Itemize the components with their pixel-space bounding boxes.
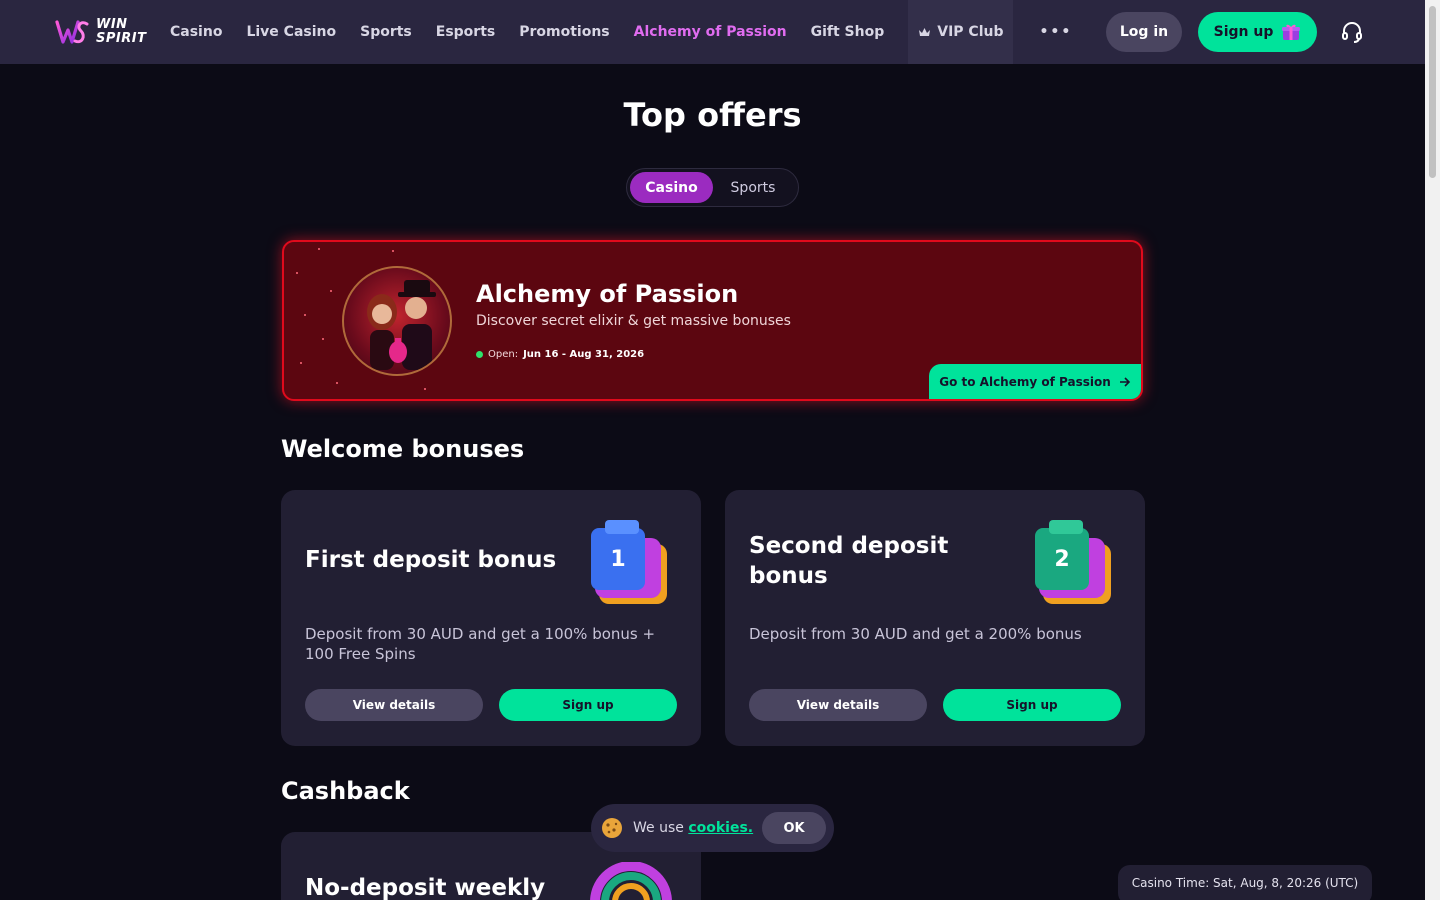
open-status-dot: [476, 351, 483, 358]
view-details-button[interactable]: View details: [305, 689, 483, 721]
card-title: Second deposit bonus: [749, 533, 949, 589]
sparkle: [392, 250, 394, 252]
characters-illustration: [367, 280, 436, 370]
cookie-ok-button[interactable]: OK: [762, 812, 826, 844]
go-to-alchemy-label: Go to Alchemy of Passion: [939, 374, 1111, 389]
card-title: First deposit bonus: [305, 547, 557, 573]
sparkle: [322, 338, 324, 340]
gift-icon: [1282, 24, 1301, 40]
promo-open-label: Open:: [488, 349, 519, 360]
sparkle: [330, 290, 332, 292]
logo-text: WIN SPIRIT: [96, 18, 146, 46]
alchemy-promo-banner[interactable]: Alchemy of Passion Discover secret elixi…: [282, 240, 1143, 401]
welcome-bonuses-heading: Welcome bonuses: [281, 435, 525, 463]
nav-alchemy-of-passion[interactable]: Alchemy of Passion: [622, 0, 799, 64]
alchemy-characters-image: [342, 266, 452, 376]
scrollbar-thumb[interactable]: [1429, 6, 1436, 178]
site-logo[interactable]: WIN SPIRIT: [54, 13, 150, 51]
nav-promotions[interactable]: Promotions: [507, 0, 621, 64]
logo-text-line2: SPIRIT: [96, 31, 147, 46]
tab-casino[interactable]: Casino: [630, 172, 713, 203]
deposit-1-icon: 1: [591, 520, 667, 604]
top-header: WIN SPIRIT Casino Live Casino Sports Esp…: [0, 0, 1425, 64]
view-details-button[interactable]: View details: [749, 689, 927, 721]
cookie-banner: We use cookies. OK: [591, 804, 834, 852]
nav-sports[interactable]: Sports: [348, 0, 424, 64]
page-title: Top offers: [623, 96, 802, 134]
go-to-alchemy-button[interactable]: Go to Alchemy of Passion: [929, 364, 1141, 399]
header-signup-button[interactable]: Sign up: [1198, 12, 1317, 52]
login-button[interactable]: Log in: [1106, 12, 1182, 52]
nav-more-menu[interactable]: •••: [1013, 0, 1098, 64]
sparkle: [318, 248, 320, 250]
header-signup-label: Sign up: [1213, 24, 1274, 40]
casino-time: Casino Time: Sat, Aug, 8, 20:26 (UTC): [1118, 865, 1372, 900]
page-scrollbar[interactable]: [1425, 0, 1440, 900]
nav-vip-club-label: VIP Club: [937, 24, 1004, 40]
card-description: Deposit from 30 AUD and get a 200% bonus: [749, 625, 1082, 643]
sparkle: [336, 382, 338, 384]
svg-text:1: 1: [610, 547, 625, 572]
signup-button[interactable]: Sign up: [943, 689, 1121, 721]
support-headset-icon[interactable]: [1340, 20, 1364, 44]
promo-open-dates: Open: Jun 16 - Aug 31, 2026: [476, 349, 644, 360]
logo-text-line1: WIN: [96, 17, 128, 32]
nav-live-casino[interactable]: Live Casino: [234, 0, 348, 64]
nav-casino[interactable]: Casino: [158, 0, 234, 64]
nav-vip-club[interactable]: VIP Club: [908, 0, 1014, 64]
deposit-2-icon: 2: [1035, 520, 1111, 604]
sparkle: [424, 388, 426, 390]
promo-title: Alchemy of Passion: [476, 280, 739, 308]
card-description: Deposit from 30 AUD and get a 100% bonus…: [305, 625, 656, 663]
offer-tabs: Casino Sports: [626, 168, 799, 207]
cookies-link[interactable]: cookies.: [688, 820, 753, 836]
logo-mark-icon: [55, 20, 89, 44]
sparkle: [296, 272, 298, 274]
card-title: No-deposit weekly: [305, 875, 546, 900]
signup-button[interactable]: Sign up: [499, 689, 677, 721]
svg-text:2: 2: [1054, 547, 1069, 572]
tab-sports[interactable]: Sports: [713, 172, 793, 203]
cookie-text: We use cookies.: [633, 820, 753, 836]
promo-open-range: Jun 16 - Aug 31, 2026: [523, 349, 645, 360]
arrow-right-icon: [1119, 376, 1130, 387]
main-nav: Casino Live Casino Sports Esports Promot…: [158, 0, 1098, 64]
cookie-text-label: We use: [633, 820, 684, 836]
crown-icon: [919, 27, 931, 36]
second-deposit-card: Second deposit bonus 2 Deposit from 30 A…: [725, 490, 1145, 746]
cashback-icon: [590, 862, 672, 900]
nav-esports[interactable]: Esports: [424, 0, 507, 64]
sparkle: [304, 314, 306, 316]
cookie-icon: [602, 818, 622, 838]
promo-subtitle: Discover secret elixir & get massive bon…: [476, 313, 791, 329]
sparkle: [300, 362, 302, 364]
cashback-heading: Cashback: [281, 777, 410, 805]
first-deposit-card: First deposit bonus 1 Deposit from 30 AU…: [281, 490, 701, 746]
nav-gift-shop[interactable]: Gift Shop: [799, 0, 897, 64]
